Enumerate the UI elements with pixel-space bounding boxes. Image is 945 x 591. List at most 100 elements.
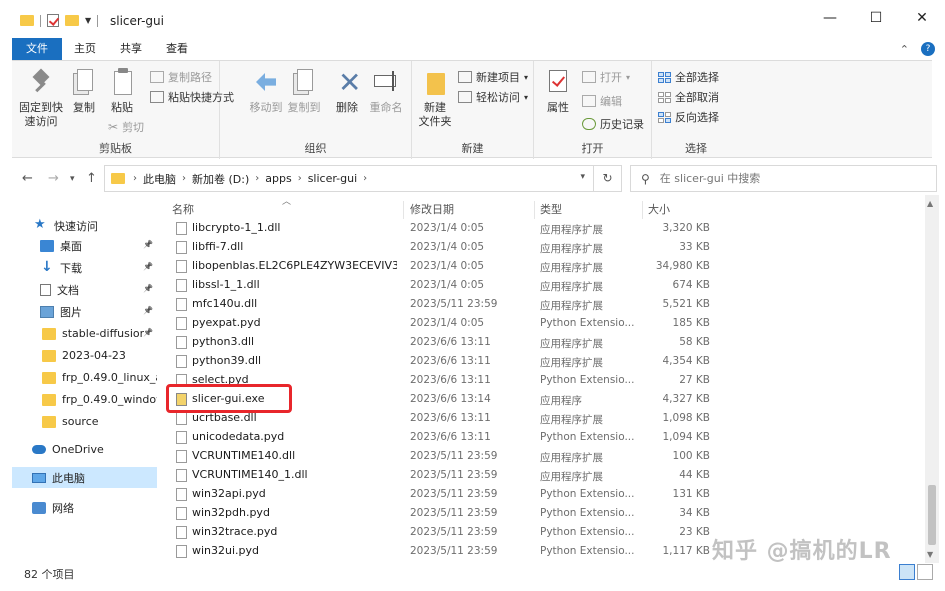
breadcrumb-this-pc[interactable]: 此电脑	[137, 171, 182, 187]
file-type: 应用程序扩展	[540, 414, 603, 426]
file-row[interactable]: win32pdh.pyd 2023/5/11 23:59 Python Extens…	[160, 504, 720, 523]
paste-button[interactable]: 粘贴	[104, 67, 140, 115]
chevron-down-icon[interactable]: ▾	[580, 172, 585, 182]
collapse-ribbon-icon[interactable]: ⌃	[900, 43, 909, 56]
tab-file[interactable]: 文件	[12, 38, 62, 60]
scroll-down-icon[interactable]: ▼	[927, 550, 933, 559]
window-title: slicer-gui	[110, 14, 164, 28]
column-divider[interactable]	[642, 201, 643, 219]
select-none-button[interactable]: 全部取消	[658, 89, 719, 105]
file-row[interactable]: win32ui.pyd 2023/5/11 23:59 Python Extensi…	[160, 542, 720, 561]
file-row[interactable]: libffi-7.dll 2023/1/4 0:05 应用程序扩展 33 KB	[160, 238, 720, 257]
file-row[interactable]: libcrypto-1_1.dll 2023/1/4 0:05 应用程序扩展 3,32…	[160, 219, 720, 238]
details-view-icon[interactable]	[899, 564, 915, 580]
nav-item[interactable]: 下载 📌	[12, 257, 157, 278]
chevron-right-icon[interactable]: ›	[363, 173, 367, 184]
close-button[interactable]: ✕	[899, 0, 945, 36]
nav-item[interactable]: 网络	[12, 497, 157, 518]
open-button[interactable]: 打开 ▾	[582, 69, 630, 85]
file-row[interactable]: libopenblas.EL2C6PLE4ZYW3ECEVIV3... 2023/…	[160, 257, 720, 276]
file-row[interactable]: mfc140u.dll 2023/5/11 23:59 应用程序扩展 5,521 KB	[160, 295, 720, 314]
tab-home[interactable]: 主页	[62, 38, 108, 60]
file-name: win32ui.pyd	[192, 544, 260, 557]
nav-item-label: stable-diffusior	[62, 327, 145, 340]
nav-item[interactable]: 此电脑	[12, 467, 157, 488]
nav-item-label: frp_0.49.0_window	[62, 393, 157, 406]
file-row[interactable]: unicodedata.pyd 2023/6/6 13:11 Python Exte…	[160, 428, 720, 447]
copy-button[interactable]: 复制	[68, 67, 100, 115]
scissors-icon: ✂	[108, 120, 119, 134]
up-arrow-icon[interactable]: ↑	[86, 171, 97, 186]
tab-view[interactable]: 查看	[154, 38, 200, 60]
new-item-button[interactable]: 新建项目 ▾	[458, 69, 528, 85]
column-header-type[interactable]: 类型	[540, 201, 562, 221]
file-row[interactable]: win32trace.pyd 2023/5/11 23:59 Python Exte…	[160, 523, 720, 542]
pin-to-quick-access-button[interactable]: 固定到快 速访问	[16, 67, 66, 129]
scroll-thumb[interactable]	[928, 485, 936, 545]
column-header-date[interactable]: 修改日期	[410, 201, 454, 221]
file-row[interactable]: VCRUNTIME140.dll 2023/5/11 23:59 应用程序扩展 100…	[160, 447, 720, 466]
nav-item[interactable]: 文档 📌	[12, 279, 157, 300]
edit-button[interactable]: 编辑	[582, 93, 622, 109]
file-row[interactable]: pyexpat.pyd 2023/1/4 0:05 Python Extensio.…	[160, 314, 720, 333]
delete-button[interactable]: ✕ 删除	[332, 67, 362, 115]
file-name: python39.dll	[192, 354, 262, 367]
nav-item[interactable]: 2023-04-23	[12, 345, 157, 366]
rename-button[interactable]: 重命名	[366, 67, 406, 115]
minimize-button[interactable]: —	[807, 0, 853, 36]
file-size: 58 KB	[679, 336, 710, 348]
new-item-icon	[458, 71, 472, 83]
breadcrumb-apps[interactable]: apps	[259, 172, 297, 185]
file-row[interactable]: python3.dll 2023/6/6 13:11 应用程序扩展 58 KB	[160, 333, 720, 352]
history-button[interactable]: 历史记录	[582, 116, 644, 132]
file-row[interactable]: libssl-1_1.dll 2023/1/4 0:05 应用程序扩展 674 KB	[160, 276, 720, 295]
vertical-scrollbar[interactable]: ▲ ▼	[925, 195, 939, 563]
breadcrumb-drive-d[interactable]: 新加卷 (D:)	[186, 171, 255, 187]
nav-item[interactable]: 桌面 📌	[12, 235, 157, 256]
refresh-button[interactable]: ↻	[594, 165, 622, 192]
status-bar: 82 个项目	[12, 563, 937, 583]
new-folder-icon[interactable]	[65, 15, 79, 26]
scroll-up-icon[interactable]: ▲	[927, 199, 933, 208]
maximize-button[interactable]: ☐	[853, 0, 899, 36]
column-header-name[interactable]: 名称	[172, 201, 194, 221]
ribbon: 固定到快 速访问 复制 粘贴 复制路径 粘贴快捷方式 ✂ 剪切 剪贴板 移动到 …	[12, 60, 932, 159]
recent-locations-icon[interactable]: ▾	[70, 174, 75, 184]
properties-button[interactable]: 属性	[540, 67, 576, 115]
nav-item[interactable]: OneDrive	[12, 439, 157, 460]
cut-button[interactable]: ✂ 剪切	[108, 119, 144, 135]
nav-item[interactable]: frp_0.49.0_linux_ar	[12, 367, 157, 388]
separator	[97, 14, 99, 27]
customize-toolbar-icon[interactable]: ▼	[85, 16, 91, 25]
nav-item[interactable]: 快速访问	[12, 215, 157, 236]
invert-selection-button[interactable]: 反向选择	[658, 109, 719, 125]
nav-item[interactable]: frp_0.49.0_window	[12, 389, 157, 410]
large-icons-view-icon[interactable]	[917, 564, 933, 580]
search-box[interactable]: ⚲	[630, 165, 937, 192]
column-divider[interactable]	[534, 201, 535, 219]
nav-item[interactable]: source	[12, 411, 157, 432]
move-to-button[interactable]: 移动到	[248, 67, 284, 115]
column-divider[interactable]	[403, 201, 404, 219]
column-header-size[interactable]: 大小	[648, 201, 670, 221]
watermark-text: 知乎 @搞机的LR	[712, 539, 892, 564]
forward-arrow-icon[interactable]: →	[48, 171, 59, 186]
new-folder-button[interactable]: 新建 文件夹	[414, 67, 456, 129]
properties-icon[interactable]	[47, 14, 59, 27]
file-row[interactable]: python39.dll 2023/6/6 13:11 应用程序扩展 4,354 KB	[160, 352, 720, 371]
copy-path-button[interactable]: 复制路径	[150, 69, 212, 85]
nav-item[interactable]: 图片 📌	[12, 301, 157, 322]
back-arrow-icon[interactable]: ←	[22, 171, 33, 186]
file-row[interactable]: VCRUNTIME140_1.dll 2023/5/11 23:59 应用程序扩展 4…	[160, 466, 720, 485]
easy-access-button[interactable]: 轻松访问 ▾	[458, 89, 528, 105]
nav-item[interactable]: stable-diffusior 📌	[12, 323, 157, 344]
help-icon[interactable]: ?	[921, 42, 935, 56]
file-row[interactable]: win32api.pyd 2023/5/11 23:59 Python Extens…	[160, 485, 720, 504]
tab-share[interactable]: 共享	[108, 38, 154, 60]
breadcrumb-slicer-gui[interactable]: slicer-gui	[302, 172, 363, 185]
select-all-button[interactable]: 全部选择	[658, 69, 719, 85]
delete-label: 删除	[336, 101, 358, 114]
address-bar[interactable]: › 此电脑 › 新加卷 (D:) › apps › slicer-gui › ▾	[104, 165, 594, 192]
copy-to-button[interactable]: 复制到	[286, 67, 322, 115]
search-input[interactable]	[659, 172, 910, 185]
